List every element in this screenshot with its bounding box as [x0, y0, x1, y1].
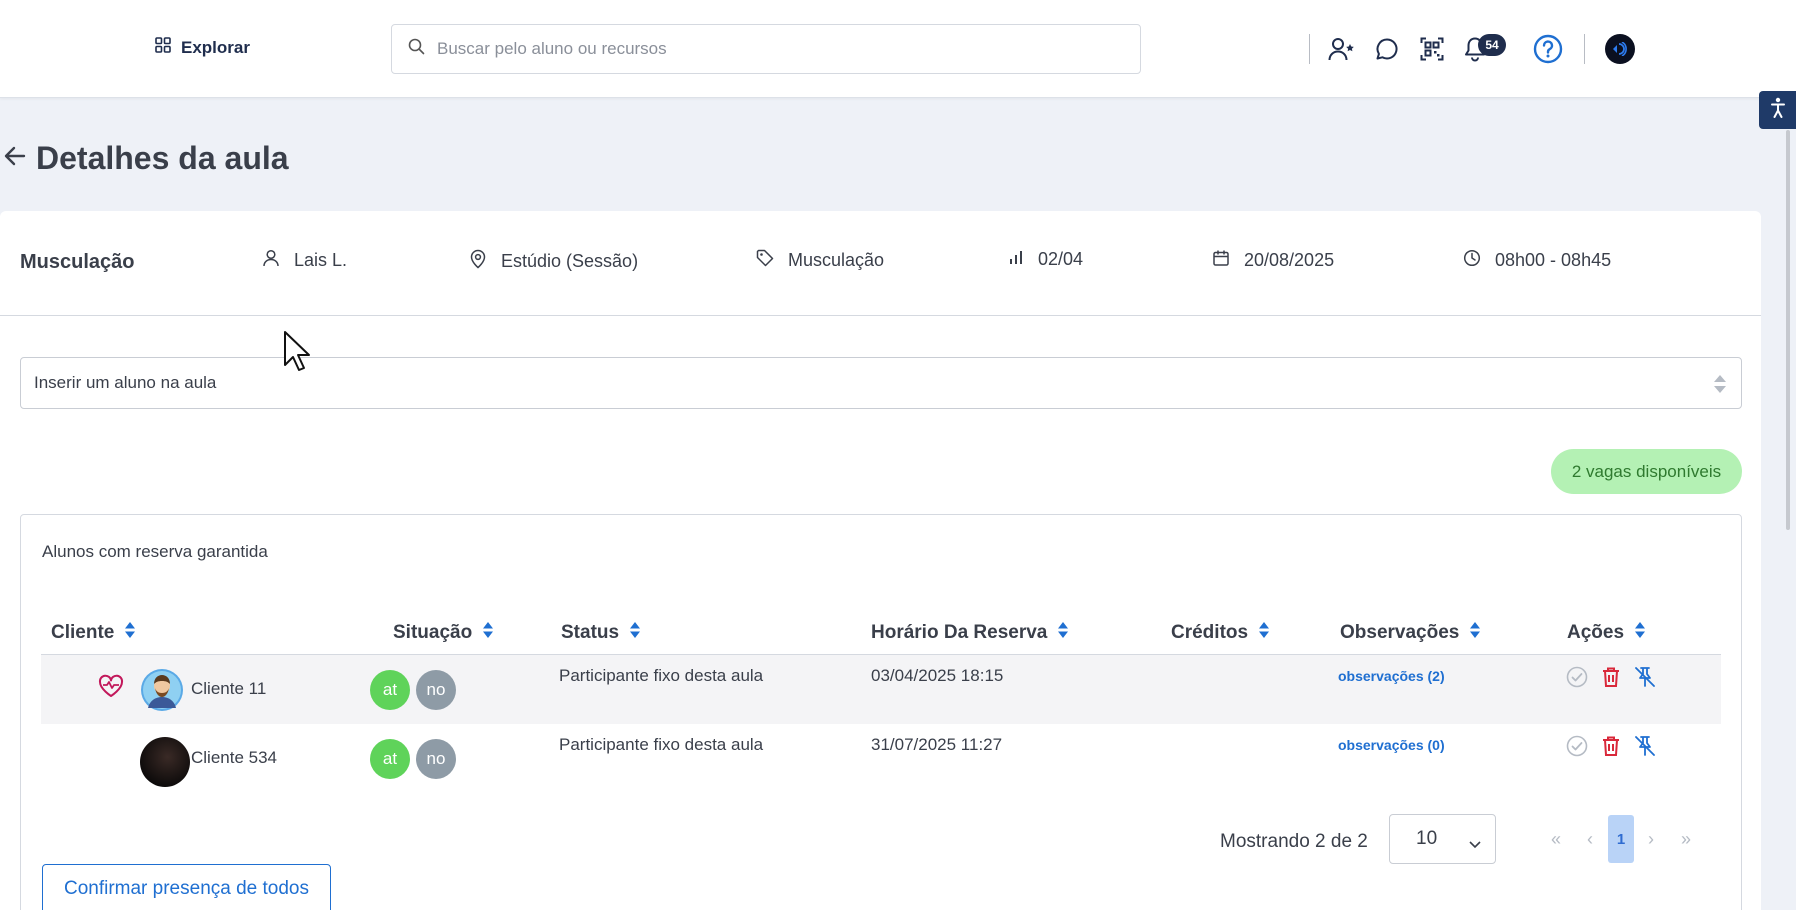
unpin-icon[interactable] [1632, 733, 1658, 759]
client-name[interactable]: Cliente 534 [191, 748, 277, 768]
trash-icon[interactable] [1598, 733, 1624, 759]
table-heading: Alunos com reserva garantida [42, 542, 268, 561]
sort-icon [124, 621, 136, 645]
sort-arrows-icon [1713, 374, 1727, 399]
status-absent-pill[interactable]: no [416, 670, 456, 710]
last-page-button[interactable]: » [1673, 815, 1699, 863]
explore-label: Explorar [181, 37, 250, 57]
insert-student-select[interactable]: Inserir um aluno na aula [20, 357, 1742, 409]
avatar[interactable] [1605, 34, 1635, 64]
back-arrow-icon[interactable] [4, 146, 26, 171]
class-time: 08h00 - 08h45 [1495, 250, 1612, 270]
check-icon[interactable] [1564, 664, 1590, 690]
column-header-status[interactable]: Status [561, 621, 641, 645]
reserved-students-table: Alunos com reserva garantida Cliente Sit… [20, 514, 1742, 910]
location-name: Estúdio (Sessão) [501, 251, 639, 271]
column-header-situacao[interactable]: Situação [393, 621, 494, 645]
status-present-pill[interactable]: at [370, 670, 410, 710]
status-text: Participante fixo desta aula [559, 666, 764, 685]
sort-icon [1057, 621, 1069, 645]
toolbar-divider [1309, 34, 1310, 64]
insert-student-placeholder: Inserir um aluno na aula [34, 373, 217, 392]
reservation-time: 31/07/2025 11:27 [871, 735, 1003, 754]
accessibility-icon [1769, 97, 1787, 124]
grid-icon [155, 37, 171, 58]
tag-icon [756, 249, 774, 272]
avatar [140, 737, 190, 792]
pagination-summary: Mostrando 2 de 2 [1220, 831, 1368, 852]
next-page-button[interactable]: › [1638, 815, 1664, 863]
occupancy-info: 02/04 [1008, 249, 1083, 270]
sort-icon [1634, 621, 1646, 645]
instructor-name: Lais L. [294, 250, 348, 270]
modality-name: Musculação [788, 250, 885, 270]
column-header-acoes[interactable]: Ações [1567, 621, 1646, 645]
class-name: Musculação [20, 251, 135, 273]
class-info-row: Musculação Lais L. Estúdio (Sessão) Musc… [0, 211, 1761, 316]
instructor-info: Lais L. [262, 249, 347, 272]
table-row: Cliente 11 at no Participante fixo desta… [41, 654, 1721, 724]
client-name[interactable]: Cliente 11 [191, 679, 266, 699]
avatar [140, 668, 184, 717]
column-header-observacoes[interactable]: Observações [1340, 621, 1481, 645]
calendar-icon [1212, 249, 1230, 272]
explore-button[interactable]: Explorar [155, 37, 250, 58]
page-size-value: 10 [1416, 828, 1438, 849]
chevron-down-icon [1469, 833, 1481, 855]
accessibility-button[interactable] [1759, 91, 1796, 129]
date-info: 20/08/2025 [1212, 249, 1334, 272]
sort-icon [1258, 621, 1270, 645]
sort-icon [629, 621, 641, 645]
observations-link[interactable]: observações (0) [1338, 737, 1445, 753]
heart-pulse-icon[interactable] [98, 674, 124, 703]
user-icon [262, 249, 280, 272]
available-spots-badge: 2 vagas disponíveis [1551, 449, 1742, 494]
reservation-time: 03/04/2025 18:15 [871, 666, 1004, 685]
table-row: Cliente 534 at no Participante fixo dest… [41, 724, 1721, 794]
add-user-icon[interactable] [1327, 34, 1357, 64]
qr-code-icon[interactable] [1417, 34, 1447, 64]
chat-icon[interactable] [1372, 34, 1402, 64]
sort-icon [1469, 621, 1481, 645]
page-size-select[interactable]: 10 [1389, 814, 1496, 864]
bar-chart-icon [1008, 249, 1024, 270]
status-present-pill[interactable]: at [370, 739, 410, 779]
help-icon[interactable] [1533, 34, 1563, 64]
occupancy-value: 02/04 [1038, 249, 1084, 269]
clock-icon [1463, 249, 1481, 272]
class-details-card: Musculação Lais L. Estúdio (Sessão) Musc… [0, 211, 1761, 910]
sort-icon [482, 621, 494, 645]
class-date: 20/08/2025 [1244, 250, 1335, 270]
map-pin-icon [469, 249, 487, 274]
location-info: Estúdio (Sessão) [469, 249, 638, 274]
prev-page-button[interactable]: ‹ [1577, 815, 1603, 863]
modality-info: Musculação [756, 249, 884, 272]
check-icon[interactable] [1564, 733, 1590, 759]
status-absent-pill[interactable]: no [416, 739, 456, 779]
search-input[interactable] [437, 39, 1117, 59]
trash-icon[interactable] [1598, 664, 1624, 690]
page-title: Detalhes da aula [36, 140, 289, 176]
toolbar-divider [1584, 34, 1585, 64]
column-header-cliente[interactable]: Cliente [51, 621, 136, 645]
mouse-cursor-icon [283, 330, 311, 377]
page-scrollbar[interactable] [1786, 130, 1790, 530]
column-header-creditos[interactable]: Créditos [1171, 621, 1270, 645]
page-button-1[interactable]: 1 [1608, 815, 1634, 863]
unpin-icon[interactable] [1632, 664, 1658, 690]
notifications-badge: 54 [1478, 34, 1506, 56]
top-bar: Explorar 54 [0, 0, 1796, 98]
time-info: 08h00 - 08h45 [1463, 249, 1611, 272]
observations-link[interactable]: observações (2) [1338, 668, 1445, 684]
first-page-button[interactable]: « [1543, 815, 1569, 863]
status-text: Participante fixo desta aula [559, 735, 764, 754]
search-icon [408, 38, 425, 60]
confirm-all-button[interactable]: Confirmar presença de todos [42, 864, 331, 910]
search-box[interactable] [391, 24, 1141, 74]
column-header-horario[interactable]: Horário Da Reserva [871, 621, 1069, 645]
